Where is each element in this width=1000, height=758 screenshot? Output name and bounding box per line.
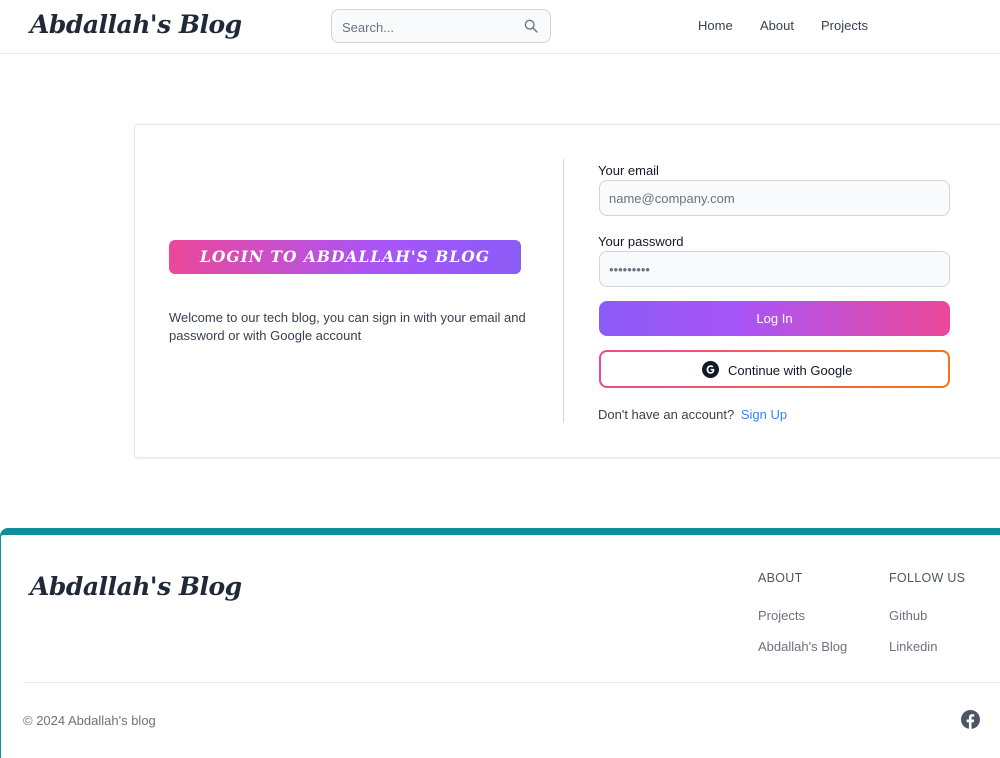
welcome-text: Welcome to our tech blog, you can sign i… <box>169 310 526 343</box>
signup-row: Don't have an account? Sign Up <box>598 407 787 422</box>
nav-projects-link[interactable]: Projects <box>821 18 868 33</box>
footer-logo[interactable]: Abdallah's Blog <box>30 572 242 601</box>
nav-home[interactable]: Home <box>698 18 733 33</box>
site-logo[interactable]: Abdallah's Blog <box>30 10 242 39</box>
footer-link-github[interactable]: Github <box>889 608 927 623</box>
signup-link[interactable]: Sign Up <box>741 407 787 422</box>
footer-follow-heading: FOLLOW US <box>889 571 966 585</box>
footer-link-projects[interactable]: Projects <box>758 608 805 623</box>
google-signin-button[interactable]: Continue with Google <box>599 350 950 388</box>
google-button-label: Continue with Google <box>728 363 853 378</box>
email-field[interactable] <box>599 180 950 216</box>
login-button[interactable]: Log In <box>599 301 950 336</box>
footer-link-blog[interactable]: Abdallah's Blog <box>758 639 847 654</box>
site-header: Abdallah's Blog Home About Projects <box>0 0 1000 54</box>
footer-link-linkedin[interactable]: Linkedin <box>889 639 937 654</box>
footer-about-heading: ABOUT <box>758 571 803 585</box>
nav-home-link[interactable]: Home <box>698 18 733 33</box>
nav-projects[interactable]: Projects <box>821 18 868 33</box>
search-input[interactable] <box>332 10 524 44</box>
password-label: Your password <box>598 234 684 249</box>
no-account-text: Don't have an account? <box>598 407 735 422</box>
password-field[interactable] <box>599 251 950 287</box>
login-card <box>134 124 1000 458</box>
facebook-icon[interactable] <box>961 710 980 729</box>
google-icon <box>702 361 719 378</box>
search-box[interactable] <box>331 9 551 44</box>
nav-about[interactable]: About <box>760 18 794 33</box>
footer-divider <box>23 682 1000 683</box>
card-divider <box>563 159 564 423</box>
login-banner: LOGIN TO ABDALLAH'S BLOG <box>169 240 521 274</box>
email-label: Your email <box>598 163 659 178</box>
copyright-text: © 2024 Abdallah's blog <box>23 713 156 728</box>
nav-about-link[interactable]: About <box>760 18 794 33</box>
search-icon[interactable] <box>523 18 539 34</box>
